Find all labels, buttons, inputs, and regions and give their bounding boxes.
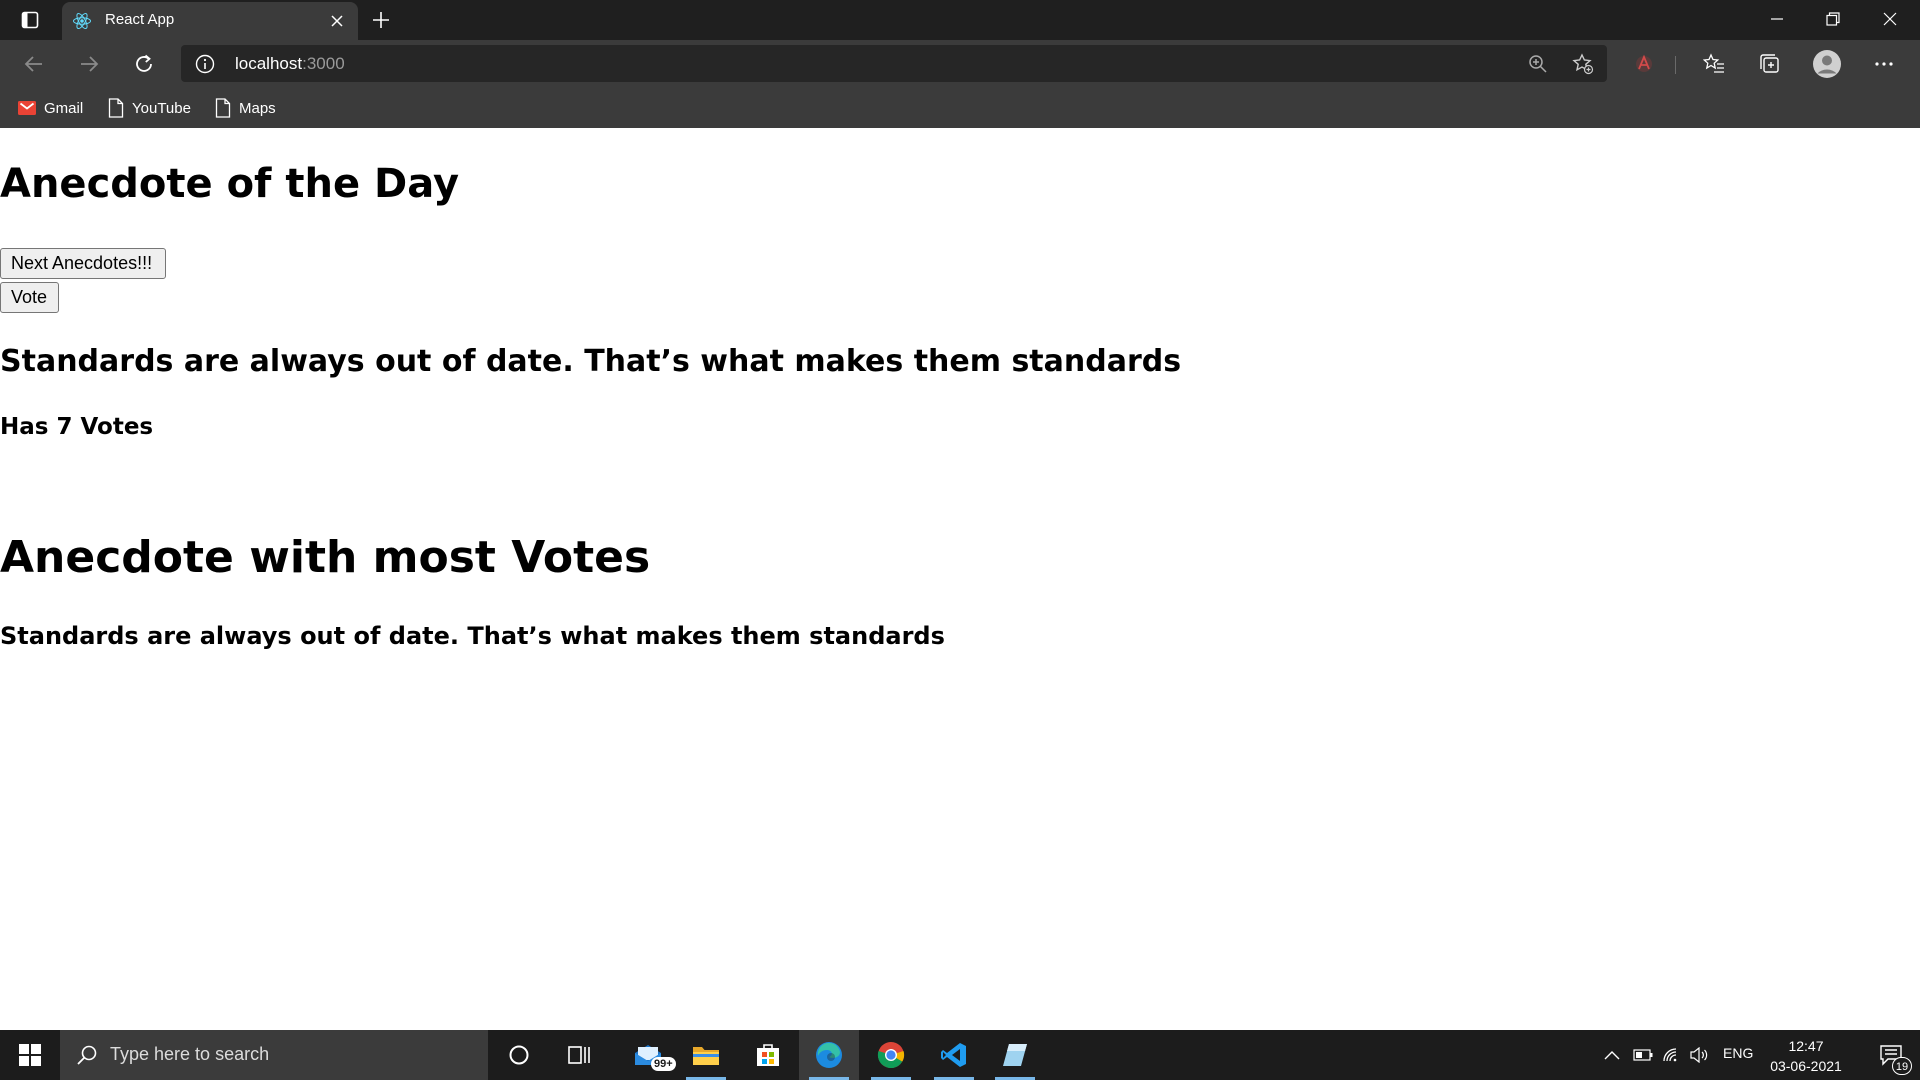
favorites-icon <box>1703 53 1724 73</box>
mail-badge: 99+ <box>651 1057 676 1071</box>
bookmarks-bar: Gmail YouTube Maps <box>0 87 1920 128</box>
page-icon <box>108 98 124 118</box>
zoom-button[interactable] <box>1525 51 1551 77</box>
refresh-button[interactable] <box>126 46 162 82</box>
zoom-icon <box>1529 55 1547 73</box>
avatar-icon <box>1813 50 1841 78</box>
notification-count: 19 <box>1892 1057 1912 1075</box>
browser-toolbar: localhost:3000 <box>0 40 1920 87</box>
vote-button[interactable]: Vote <box>0 282 59 313</box>
url-port: :3000 <box>302 54 345 73</box>
collections-button[interactable] <box>1752 46 1788 82</box>
collections-icon <box>1760 54 1779 73</box>
address-bar[interactable]: localhost:3000 <box>181 45 1607 82</box>
url-host: localhost <box>235 54 303 73</box>
clock[interactable]: 12:47 03-06-2021 <box>1766 1036 1846 1076</box>
arrow-left-icon <box>24 56 42 72</box>
taskbar-vscode[interactable] <box>924 1030 984 1080</box>
refresh-icon <box>136 54 152 72</box>
bookmark-label: Gmail <box>44 99 84 117</box>
chevron-up-icon <box>1604 1051 1620 1060</box>
restore-icon <box>1826 12 1840 26</box>
task-view-icon <box>568 1046 590 1064</box>
vote-count: Has 7 Votes <box>0 414 154 440</box>
site-info-icon[interactable] <box>195 54 215 74</box>
volume-button[interactable] <box>1688 1030 1712 1080</box>
minimize-icon <box>1771 18 1783 20</box>
chrome-icon <box>877 1042 905 1069</box>
arrow-right-icon <box>81 56 99 72</box>
star-add-icon <box>1572 53 1594 75</box>
minimize-button[interactable] <box>1749 0 1805 38</box>
new-tab-button[interactable] <box>366 6 396 34</box>
taskbar-mail[interactable]: 99+ <box>618 1030 678 1080</box>
clock-time: 12:47 <box>1788 1038 1824 1054</box>
store-icon <box>757 1044 779 1066</box>
react-icon <box>72 11 92 31</box>
show-hidden-icons-button[interactable] <box>1600 1030 1624 1080</box>
action-center-button[interactable]: 19 <box>1862 1030 1920 1080</box>
bookmark-label: YouTube <box>132 99 191 117</box>
taskbar: Type here to search 99+ ENG 12:47 03-06-… <box>0 1030 1920 1080</box>
cortana-icon <box>509 1045 529 1065</box>
tab-close-button[interactable] <box>326 10 348 32</box>
browser-tab[interactable]: React App <box>62 2 358 40</box>
search-placeholder: Type here to search <box>110 1044 270 1064</box>
taskbar-notes[interactable] <box>985 1030 1045 1080</box>
more-icon <box>1875 62 1893 66</box>
vscode-icon <box>941 1043 966 1067</box>
restore-button[interactable] <box>1805 0 1861 38</box>
taskbar-file-explorer[interactable] <box>676 1030 736 1080</box>
search-icon <box>77 1045 97 1065</box>
extension-button[interactable] <box>1626 46 1662 82</box>
battery-icon <box>1633 1049 1653 1061</box>
back-button[interactable] <box>16 46 52 82</box>
most-votes-heading: Anecdote with most Votes <box>0 532 651 583</box>
volume-icon <box>1690 1047 1708 1063</box>
start-button[interactable] <box>0 1030 60 1080</box>
bookmark-label: Maps <box>239 99 276 117</box>
tab-actions-button[interactable] <box>14 7 46 33</box>
most-votes-anecdote: Standards are always out of date. That’s… <box>0 622 945 650</box>
toolbar-separator <box>1675 56 1676 74</box>
close-icon <box>331 15 343 27</box>
page-icon <box>215 98 231 118</box>
taskbar-search[interactable]: Type here to search <box>60 1030 488 1080</box>
more-menu-button[interactable] <box>1866 46 1902 82</box>
tab-title: React App <box>105 11 175 28</box>
page-title: Anecdote of the Day <box>0 161 460 207</box>
language-indicator[interactable]: ENG <box>1723 1045 1753 1061</box>
notes-icon <box>1003 1044 1027 1066</box>
favorites-button[interactable] <box>1696 46 1732 82</box>
taskbar-edge[interactable] <box>799 1030 859 1080</box>
wifi-icon <box>1663 1048 1677 1062</box>
profile-button[interactable] <box>1809 46 1845 82</box>
add-favorite-button[interactable] <box>1570 51 1596 77</box>
plus-icon <box>373 12 389 28</box>
edge-icon <box>816 1042 842 1068</box>
anecdote-text: Standards are always out of date. That’s… <box>0 344 1182 379</box>
bookmark-youtube[interactable]: YouTube <box>108 95 191 121</box>
close-window-button[interactable] <box>1862 0 1918 38</box>
extension-icon <box>1636 54 1652 72</box>
forward-button[interactable] <box>71 46 107 82</box>
close-icon <box>1883 12 1897 26</box>
cortana-button[interactable] <box>489 1030 549 1080</box>
battery-button[interactable] <box>1631 1030 1655 1080</box>
next-anecdote-button[interactable]: Next Anecdotes!!! <box>0 248 166 279</box>
network-button[interactable] <box>1660 1030 1684 1080</box>
windows-icon <box>19 1044 41 1066</box>
tab-actions-icon <box>21 11 39 29</box>
browser-title-bar: React App <box>0 0 1920 40</box>
task-view-button[interactable] <box>549 1030 609 1080</box>
page-content: Anecdote of the Day Next Anecdotes!!! Vo… <box>0 128 1920 1028</box>
taskbar-chrome[interactable] <box>861 1030 921 1080</box>
clock-date: 03-06-2021 <box>1770 1058 1842 1074</box>
url-text[interactable]: localhost:3000 <box>235 54 345 74</box>
bookmark-gmail[interactable]: Gmail <box>18 95 83 121</box>
folder-icon <box>693 1047 719 1065</box>
gmail-icon <box>18 101 36 115</box>
taskbar-store[interactable] <box>738 1030 798 1080</box>
bookmark-maps[interactable]: Maps <box>215 95 276 121</box>
